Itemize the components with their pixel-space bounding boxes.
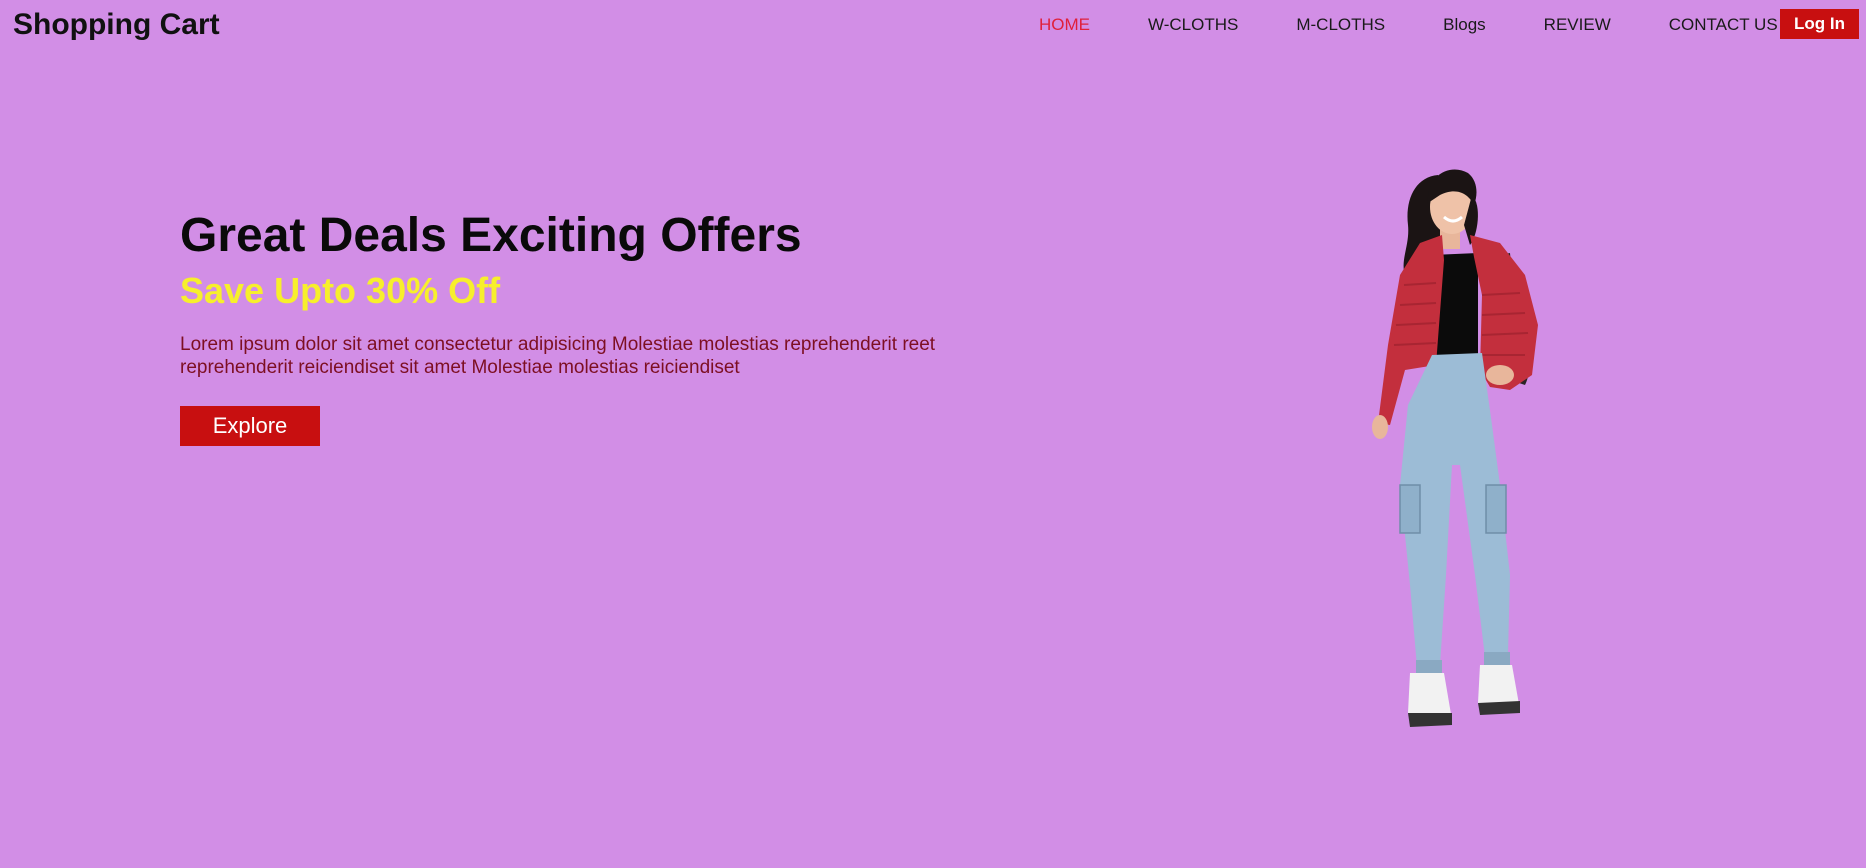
nav-blogs[interactable]: Blogs [1443, 15, 1486, 35]
nav-contact-us[interactable]: CONTACT US [1669, 15, 1778, 35]
hero-title: Great Deals Exciting Offers [180, 209, 802, 262]
nav-home[interactable]: HOME [1039, 15, 1090, 35]
site-header: Shopping Cart HOME W-CLOTHS M-CLOTHS Blo… [0, 0, 1866, 50]
nav-m-cloths[interactable]: M-CLOTHS [1296, 15, 1385, 35]
hero-subtitle: Save Upto 30% Off [180, 270, 501, 311]
page: Shopping Cart HOME W-CLOTHS M-CLOTHS Blo… [0, 0, 1866, 868]
nav-review[interactable]: REVIEW [1544, 15, 1611, 35]
explore-button[interactable]: Explore [180, 406, 320, 446]
main-nav: HOME W-CLOTHS M-CLOTHS Blogs REVIEW CONT… [1039, 15, 1778, 35]
hero-description: Lorem ipsum dolor sit amet consectetur a… [180, 334, 936, 378]
login-button[interactable]: Log In [1780, 9, 1859, 39]
hero-section: Great Deals Exciting Offers Save Upto 30… [180, 207, 1080, 446]
nav-w-cloths[interactable]: W-CLOTHS [1148, 15, 1238, 35]
woman-in-red-jacket-image [1372, 169, 1538, 727]
brand-logo[interactable]: Shopping Cart [13, 8, 220, 42]
